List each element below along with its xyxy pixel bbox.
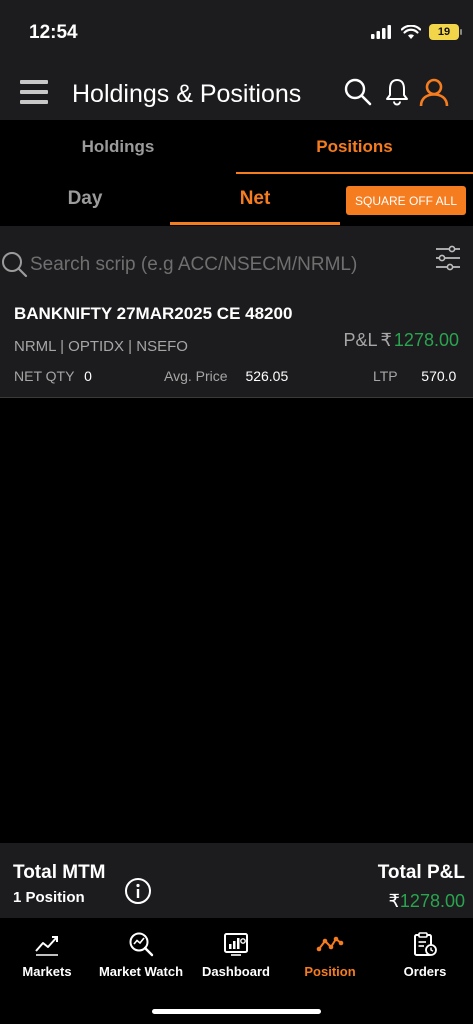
app-header: Holdings & Positions	[0, 62, 473, 120]
info-icon[interactable]	[124, 877, 152, 905]
nav-dashboard-label: Dashboard	[202, 964, 270, 979]
page-title: Holdings & Positions	[72, 80, 302, 108]
battery-icon: 19	[429, 24, 462, 40]
tab-net-indicator	[170, 222, 340, 225]
pl-label: P&L	[343, 330, 378, 350]
nav-market-watch[interactable]: Market Watch	[94, 918, 188, 988]
primary-tabs: Holdings Positions	[0, 120, 473, 174]
search-input[interactable]	[30, 250, 420, 280]
net-qty-value: 0	[84, 368, 92, 384]
net-qty-label: NET QTY	[14, 368, 75, 384]
total-pl: ₹1278.00	[388, 891, 465, 912]
search-icon[interactable]	[342, 76, 374, 108]
tab-holdings[interactable]: Holdings	[0, 120, 236, 174]
rupee-icon: ₹	[388, 891, 400, 911]
tab-net[interactable]: Net	[170, 174, 340, 224]
tab-positions[interactable]: Positions	[236, 120, 473, 174]
nav-markets[interactable]: Markets	[0, 918, 94, 988]
trend-icon	[35, 936, 58, 956]
ltp-value: 570.0	[421, 368, 457, 384]
home-indicator[interactable]	[152, 1009, 321, 1014]
position-icon	[316, 936, 344, 952]
nav-position[interactable]: Position	[283, 918, 377, 988]
orders-icon	[414, 932, 437, 956]
position-count: 1 Position	[13, 889, 85, 906]
signal-icon	[371, 25, 391, 39]
rupee-icon: ₹	[380, 330, 392, 350]
status-bar: 12:54 19	[0, 0, 473, 62]
search-icon	[2, 252, 28, 278]
market-watch-icon	[129, 932, 154, 957]
battery-level: 19	[437, 26, 451, 38]
ltp-label: LTP	[373, 368, 398, 384]
tab-day[interactable]: Day	[0, 174, 170, 224]
square-off-all-button[interactable]: SQUARE OFF ALL	[346, 186, 466, 215]
bell-icon[interactable]	[381, 76, 413, 108]
position-meta: NRML | OPTIDX | NSEFO	[14, 338, 188, 355]
avg-price-value: 526.05	[245, 368, 289, 384]
position-symbol: BANKNIFTY 27MAR2025 CE 48200	[14, 304, 293, 323]
total-mtm-label: Total MTM	[13, 862, 106, 883]
avg-price-label: Avg. Price	[164, 368, 228, 384]
position-card[interactable]: BANKNIFTY 27MAR2025 CE 48200 NRML | OPTI…	[0, 288, 473, 398]
total-pl-value: 1278.00	[399, 891, 465, 911]
status-time: 12:54	[29, 22, 78, 43]
nav-dashboard[interactable]: Dashboard	[189, 918, 283, 988]
summary-bar: Total MTM 1 Position Total P&L ₹1278.00	[0, 843, 473, 918]
position-pl: P&L ₹ 1278.00	[343, 330, 459, 351]
filter-icon[interactable]	[434, 244, 462, 272]
menu-icon[interactable]	[20, 80, 48, 104]
profile-icon[interactable]	[418, 76, 450, 108]
nav-orders[interactable]: Orders	[378, 918, 472, 988]
pl-value: 1278.00	[393, 330, 459, 350]
nav-orders-label: Orders	[403, 964, 447, 979]
nav-position-label: Position	[304, 964, 356, 979]
nav-markets-label: Markets	[22, 964, 72, 979]
nav-market-watch-label: Market Watch	[98, 964, 184, 979]
wifi-icon	[401, 24, 421, 39]
search-bar	[0, 226, 473, 288]
total-pl-label: Total P&L	[377, 862, 465, 883]
status-icons: 19	[371, 24, 462, 40]
dashboard-icon	[224, 933, 248, 956]
